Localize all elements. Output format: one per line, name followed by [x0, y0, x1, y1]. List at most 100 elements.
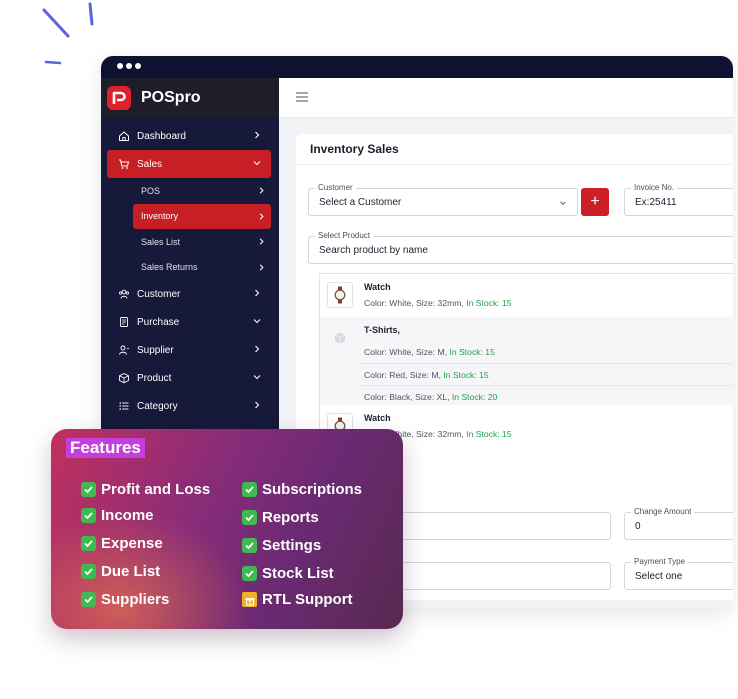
product-dropdown-list: Watch Color: White, Size: 32mm, In Stock… — [319, 273, 733, 448]
cart-icon — [117, 157, 131, 171]
receipt-icon — [117, 315, 131, 329]
chevron-right-icon — [255, 131, 260, 139]
sidebar-subitem-label: POS — [141, 185, 161, 196]
invoice-value: Ex:25411 — [635, 197, 677, 208]
stock-badge: In Stock: 15 — [449, 347, 495, 357]
product-search-placeholder: Search product by name — [319, 245, 428, 256]
decorative-strokes — [42, 2, 94, 65]
feature-item: RTL Support — [242, 591, 353, 608]
hamburger-menu-icon[interactable] — [296, 92, 308, 102]
customer-select[interactable]: Customer Select a Customer — [308, 183, 578, 216]
sidebar-item-category[interactable]: Category — [107, 392, 271, 420]
chevron-right-icon — [255, 345, 260, 353]
sidebar-item-product[interactable]: Product — [107, 364, 271, 392]
chevron-right-icon — [255, 401, 260, 409]
box-icon — [117, 371, 131, 385]
brand[interactable]: POSpro — [101, 78, 279, 118]
sidebar-subitem-label: Sales Returns — [141, 262, 198, 273]
page-title: Inventory Sales — [310, 142, 399, 156]
stock-badge: In Stock: 20 — [451, 392, 498, 402]
change-amount-legend: Change Amount — [631, 507, 695, 516]
features-title: Features — [66, 438, 145, 458]
feature-item: Suppliers — [81, 591, 169, 608]
check-icon — [81, 482, 96, 497]
card-divider — [296, 164, 733, 165]
sidebar-item-label: Dashboard — [137, 130, 186, 142]
check-icon — [242, 482, 257, 497]
check-icon — [81, 508, 96, 523]
users-icon — [117, 287, 131, 301]
chevron-right-icon — [259, 187, 264, 194]
chevron-down-icon — [253, 375, 261, 380]
product-search-input[interactable]: Select Product Search product by name — [308, 231, 733, 264]
feature-item: Stock List — [242, 565, 334, 582]
list-item[interactable]: Watch Color: White, Size: 32mm, In Stock… — [320, 274, 733, 317]
sidebar-subitem-sales-returns[interactable]: Sales Returns — [133, 255, 271, 281]
product-name: T-Shirts, — [364, 325, 401, 335]
chevron-down-icon — [253, 161, 261, 166]
sidebar-item-supplier[interactable]: Supplier — [107, 336, 271, 364]
product-name: Watch — [364, 282, 391, 292]
chevron-down-icon — [560, 201, 566, 206]
stock-badge: In Stock: 15 — [466, 298, 512, 308]
window-titlebar — [101, 56, 733, 78]
payment-type-legend: Payment Type — [631, 557, 688, 566]
check-icon — [242, 538, 257, 553]
change-amount-field[interactable]: Change Amount 0 — [624, 507, 733, 540]
home-icon — [117, 129, 131, 143]
variant-detail: Color: White, Size: 32mm, In Stock: 15 — [364, 298, 512, 308]
amount-field[interactable] — [371, 512, 611, 540]
list-icon — [117, 399, 131, 413]
payment-type-select[interactable]: Payment Type Select one — [624, 557, 733, 590]
customer-legend: Customer — [315, 183, 356, 192]
invoice-legend: Invoice No. — [631, 183, 678, 192]
feature-item: Subscriptions — [242, 481, 362, 498]
sidebar-nav: Dashboard Sales POS Inventory Sales List… — [101, 118, 279, 420]
sidebar-item-dashboard[interactable]: Dashboard — [107, 122, 271, 150]
sidebar-subitem-pos[interactable]: POS — [133, 178, 271, 204]
feature-item: Reports — [242, 509, 319, 526]
window-dots — [117, 63, 141, 69]
sidebar-subitem-label: Sales List — [141, 236, 181, 247]
sidebar-subitem-inventory[interactable]: Inventory — [133, 203, 271, 229]
check-icon — [242, 510, 257, 525]
gift-icon — [242, 592, 257, 607]
sidebar-item-label: Sales — [137, 158, 163, 170]
check-icon — [81, 564, 96, 579]
feature-item: Profit and Loss — [81, 481, 210, 498]
stage: POSpro Dashboard Sales POS Inventory Sal… — [0, 0, 738, 699]
list-item: T-Shirts, Color: White, Size: M, In Stoc… — [320, 317, 733, 405]
variant-row[interactable]: Color: Red, Size: M, In Stock: 15 — [358, 363, 733, 385]
check-icon — [81, 592, 96, 607]
product-name: Watch — [364, 413, 391, 423]
sidebar-item-purchase[interactable]: Purchase — [107, 308, 271, 336]
sidebar-subitem-sales-list[interactable]: Sales List — [133, 229, 271, 255]
feature-item: Settings — [242, 537, 321, 554]
chevron-right-icon — [255, 289, 260, 297]
chevron-right-icon — [259, 212, 264, 220]
customer-value: Select a Customer — [319, 197, 402, 208]
variant-row[interactable]: Color: White, Size: M, In Stock: 15 — [358, 341, 733, 363]
sidebar-item-label: Supplier — [137, 344, 174, 356]
note-field[interactable] — [371, 562, 611, 590]
add-customer-button[interactable]: + — [581, 188, 609, 216]
top-bar — [279, 78, 733, 118]
sidebar-item-label: Category — [137, 400, 178, 412]
variant-row[interactable]: Color: Black, Size: XL, In Stock: 20 — [358, 385, 733, 407]
sidebar-item-sales[interactable]: Sales — [107, 150, 271, 178]
brand-name: POSpro — [141, 89, 201, 106]
check-icon — [81, 536, 96, 551]
payment-type-value: Select one — [635, 571, 683, 582]
sidebar-item-label: Purchase — [137, 316, 180, 328]
invoice-number-field[interactable]: Invoice No. Ex:25411 — [624, 183, 733, 216]
chevron-right-icon — [259, 263, 264, 271]
sidebar-item-label: Product — [137, 372, 172, 384]
chevron-right-icon — [259, 238, 264, 245]
feature-item: Expense — [81, 535, 163, 552]
sidebar-item-label: Customer — [137, 288, 181, 300]
select-product-legend: Select Product — [315, 231, 374, 240]
check-icon — [242, 566, 257, 581]
sidebar-item-customer[interactable]: Customer — [107, 280, 271, 308]
pospro-logo — [107, 86, 131, 110]
change-amount-value: 0 — [635, 521, 641, 532]
